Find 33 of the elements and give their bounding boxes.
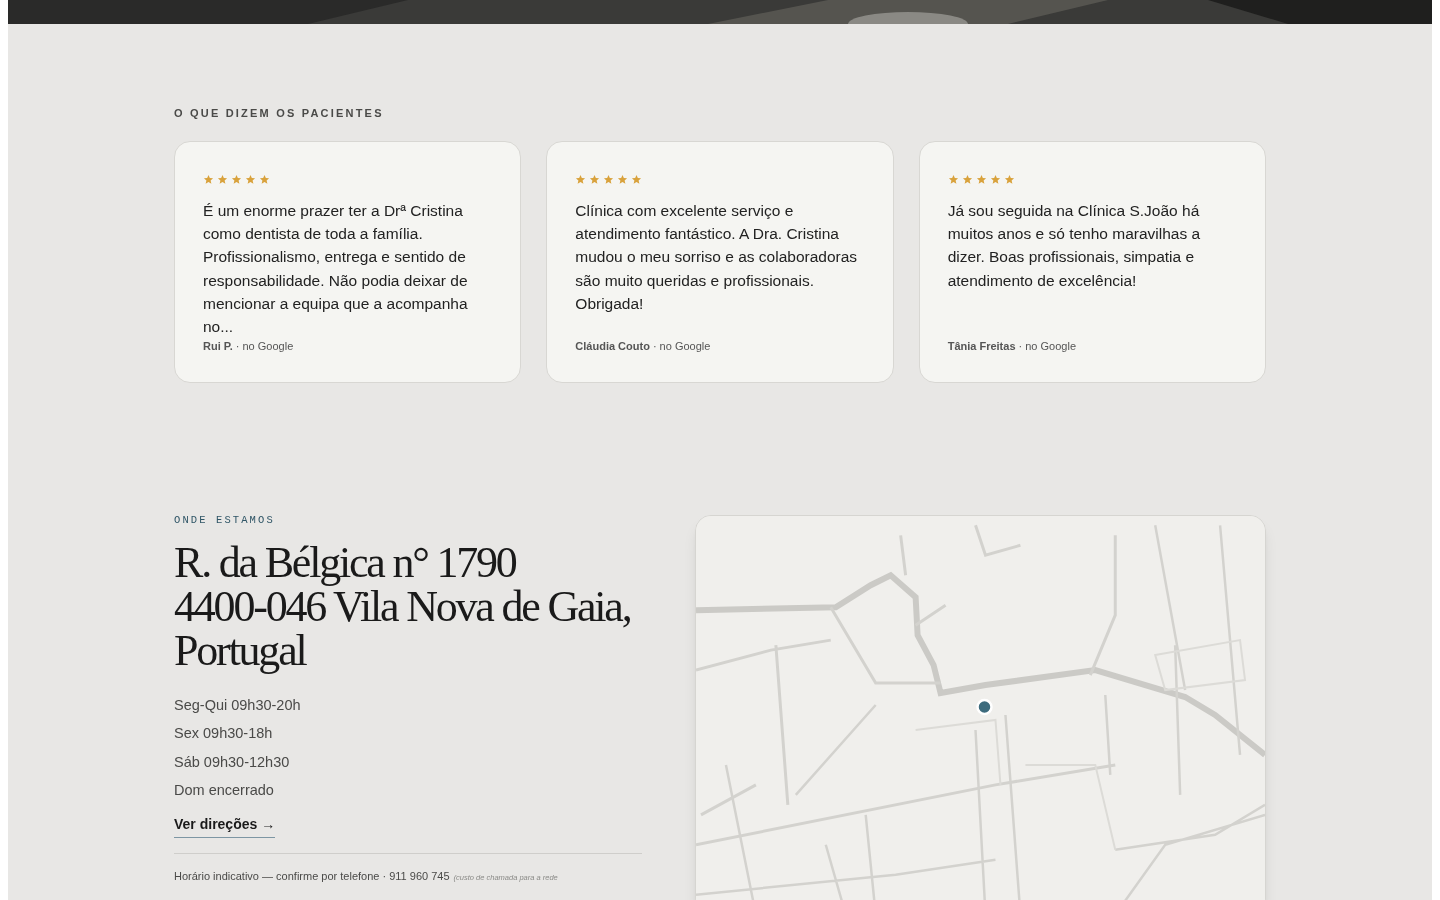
star-icon bbox=[975, 174, 987, 185]
review-source: · no Google bbox=[1018, 339, 1076, 353]
star-icon bbox=[575, 174, 587, 185]
opening-hours: Seg-Qui 09h30-20h bbox=[174, 696, 302, 715]
hours-note: Horário indicativo — confirme por telefone · 911 960 745 bbox=[174, 869, 450, 885]
star-icon bbox=[617, 174, 629, 185]
star-icon bbox=[203, 174, 214, 185]
review-text: Clínica com excelente serviço e atendimento fantástico. A Dra. Cristina mudou o meu sorriso e as colaboradoras são muito queridas e profissionais. Obrigada! bbox=[575, 201, 859, 314]
star-icon bbox=[961, 174, 973, 185]
star-icon bbox=[1003, 174, 1015, 185]
star-icon bbox=[245, 174, 256, 185]
star-icon bbox=[631, 174, 643, 185]
section-label: ONDE ESTAMOS bbox=[174, 513, 276, 527]
opening-hours: Sex 09h30-18h bbox=[174, 724, 274, 744]
review-author: Rui P. bbox=[203, 339, 233, 353]
directions-link[interactable]: Ver direções → bbox=[174, 815, 276, 839]
address-heading: R. da Bélgica n° 1790 4400-046 Vila Nova de Gaia, Portugal bbox=[174, 541, 632, 673]
review-source: · no Google bbox=[652, 339, 711, 353]
review-author: Tânia Freitas bbox=[947, 339, 1016, 353]
star-icon bbox=[259, 174, 270, 185]
opening-hours: Sáb 09h30-12h30 bbox=[174, 752, 291, 772]
section-label: O QUE DIZEM OS PACIENTES bbox=[174, 106, 385, 120]
review-author: Cláudia Couto bbox=[575, 339, 650, 353]
star-icon bbox=[603, 174, 615, 185]
star-icon bbox=[231, 174, 242, 185]
star-icon bbox=[217, 174, 228, 185]
star-icon bbox=[589, 174, 601, 185]
review-text: Já sou seguida na Clínica S.João há muitos anos e só tenho maravilhas a dizer. Boas profissionais, simpatia e atendimento de excelência! bbox=[947, 201, 1202, 291]
star-icon bbox=[989, 174, 1001, 185]
star-icon bbox=[947, 174, 959, 185]
review-text: É um enorme prazer ter a Drª Cristina como dentista de toda a família. Profissionalismo, entrega e sentido de responsabilidade. Não podia deixar de mencionar a equipa que a acompanha no... bbox=[203, 201, 469, 337]
review-source: · no Google bbox=[235, 339, 294, 353]
opening-hours: Dom encerrado bbox=[174, 780, 275, 800]
